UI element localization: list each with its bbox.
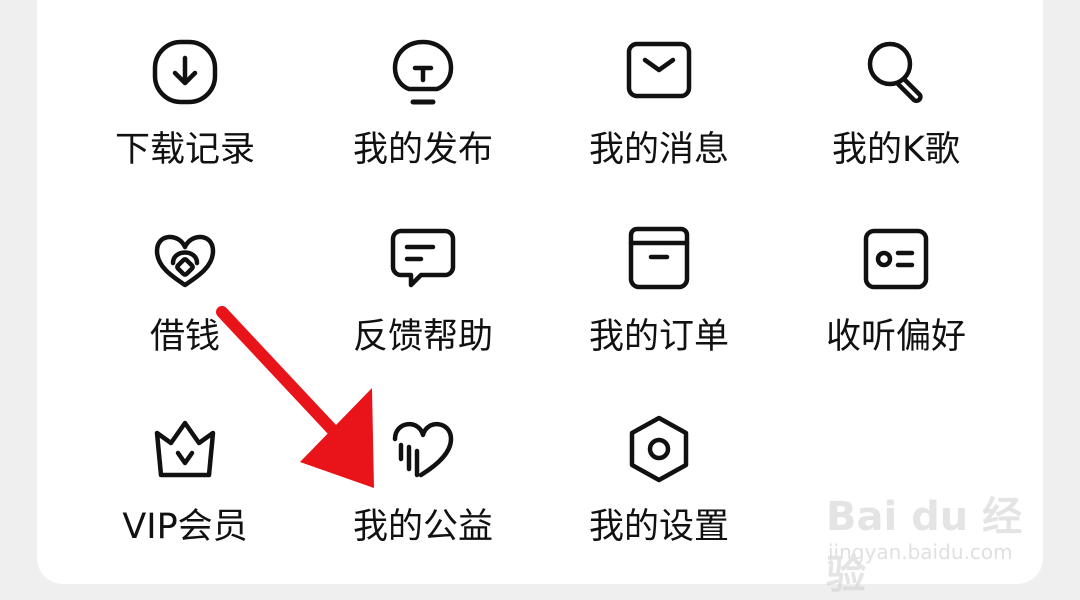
menu-item-listening-preferences[interactable]: 收听偏好 <box>796 223 996 373</box>
menu-item-feedback-help[interactable]: 反馈帮助 <box>323 223 523 373</box>
menu-item-vip[interactable]: VIP会员 <box>85 413 285 563</box>
menu-item-download-history[interactable]: 下载记录 <box>85 36 285 186</box>
menu-item-label: 我的订单 <box>588 317 729 357</box>
menu-item-label: 反馈帮助 <box>352 317 493 357</box>
menu-item-my-settings[interactable]: 我的设置 <box>559 413 759 563</box>
lightbulb-icon <box>387 36 459 108</box>
microphone-icon <box>860 36 932 108</box>
menu-item-label: 我的K歌 <box>832 130 960 170</box>
menu-item-label: VIP会员 <box>122 507 248 547</box>
menu-item-label: 我的发布 <box>352 130 493 170</box>
watermark-url: jingyan.baidu.com <box>828 540 1013 564</box>
menu-item-label: 我的设置 <box>588 507 729 547</box>
menu-item-label: 收听偏好 <box>825 317 966 357</box>
menu-item-my-karaoke[interactable]: 我的K歌 <box>796 36 996 186</box>
heart-coin-icon <box>149 223 221 295</box>
crown-icon <box>149 413 221 485</box>
menu-item-my-orders[interactable]: 我的订单 <box>559 223 759 373</box>
menu-item-my-charity[interactable]: 我的公益 <box>323 413 523 563</box>
hexagon-gear-icon <box>623 413 695 485</box>
box-icon <box>623 223 695 295</box>
id-card-icon <box>860 223 932 295</box>
download-icon <box>149 36 221 108</box>
mail-icon <box>623 36 695 108</box>
menu-item-my-messages[interactable]: 我的消息 <box>559 36 759 186</box>
menu-item-label: 下载记录 <box>114 130 255 170</box>
menu-item-label: 借钱 <box>149 317 220 357</box>
menu-item-borrow-money[interactable]: 借钱 <box>85 223 285 373</box>
menu-item-label: 我的公益 <box>352 507 493 547</box>
menu-item-label: 我的消息 <box>588 130 729 170</box>
chat-bubble-icon <box>387 223 459 295</box>
menu-item-my-posts[interactable]: 我的发布 <box>323 36 523 186</box>
watermark: Bai du 经验 jingyan.baidu.com <box>826 478 1026 598</box>
charity-heart-icon <box>387 413 459 485</box>
